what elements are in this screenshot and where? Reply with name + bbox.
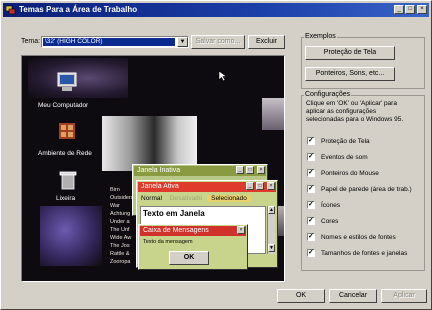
list-item: Under a [110, 219, 130, 225]
window-text: Texto em Janela [143, 209, 205, 218]
wallpaper-checkbox-label: Papel de parede (área de trab.) [321, 186, 412, 193]
title-bar: Temas Para a Área de Trabalho _ □ × [3, 3, 429, 17]
font-sizes-checkbox-label: Tamanhos de fontes e janelas [321, 250, 408, 257]
theme-select[interactable]: \32' (HIGH COLOR) ▼ [41, 36, 189, 48]
computer-icon[interactable] [56, 72, 78, 92]
theme-select-value: \32' (HIGH COLOR) [43, 38, 175, 46]
scroll-up-icon: ▲ [268, 206, 275, 214]
colors-checkbox[interactable] [307, 216, 315, 225]
colors-checkbox-label: Cores [321, 218, 339, 225]
close-icon: × [237, 226, 245, 234]
font-sizes-checkbox[interactable] [307, 248, 315, 257]
close-icon: × [257, 166, 265, 174]
cancel-button[interactable]: Cancelar [329, 289, 377, 303]
preview-list: Birn Outsiders War Achtung Under a The U… [110, 186, 134, 266]
themes-app-icon [6, 5, 16, 15]
message-box-titlebar: Caixa de Mensagens [140, 226, 246, 236]
chevron-down-icon[interactable]: ▼ [177, 37, 188, 47]
wallpaper-photo-right [262, 98, 284, 130]
minimize-icon: _ [246, 182, 254, 190]
close-icon: × [267, 182, 275, 190]
list-item: Rattle & [110, 251, 130, 257]
active-window-title: Janela Ativa [141, 183, 179, 190]
theme-label: Tema: [21, 38, 41, 45]
menu-normal: Normal [141, 195, 162, 202]
mouse-pointer-icon [218, 70, 228, 82]
menu-selected: Selecionado [207, 195, 251, 202]
maximize-icon: □ [246, 166, 254, 174]
delete-button[interactable]: Excluir [248, 35, 285, 49]
list-item: Outsiders [110, 195, 134, 201]
settings-description-line: aplicar as configurações [306, 108, 377, 115]
wallpaper-clouds [28, 58, 128, 98]
wallpaper-band-photo [102, 116, 197, 171]
icons-checkbox[interactable] [307, 200, 315, 209]
inactive-window-title: Janela Inativa [137, 167, 181, 174]
trash-icon-label: Lixeira [56, 195, 76, 202]
font-names-checkbox[interactable] [307, 232, 315, 241]
sound-events-checkbox-label: Eventos de som [321, 154, 368, 161]
maximize-icon: □ [256, 182, 264, 190]
examples-group-label: Exemplos [304, 32, 337, 41]
settings-description-line: selecionadas para o Windows 95. [306, 116, 404, 123]
settings-group-label: Configurações [304, 90, 352, 99]
font-names-checkbox-label: Nomes e estilos de fontes [321, 234, 396, 241]
window-title: Temas Para a Área de Trabalho [19, 5, 138, 14]
maximize-button[interactable]: □ [405, 5, 415, 14]
list-item: The Jos [110, 243, 130, 249]
list-item: Zooropa [110, 259, 131, 265]
list-item: The Unf [110, 227, 130, 233]
wallpaper-checkbox[interactable] [307, 184, 315, 193]
screensaver-checkbox-label: Proteção de Tela [321, 138, 370, 145]
message-box-text: Texto da mensagem [143, 239, 193, 245]
message-box-title: Caixa de Mensagens [143, 227, 209, 234]
minimize-icon: _ [236, 166, 244, 174]
trash-icon[interactable] [59, 170, 77, 190]
icons-checkbox-label: Ícones [321, 202, 341, 209]
theme-preview: Meu Computador Ambiente de Rede Lixeira … [21, 55, 285, 282]
settings-description: Clique em 'OK' ou 'Aplicar' para aplicar… [306, 100, 403, 124]
computer-icon-label: Meu Computador [38, 102, 89, 109]
apply-button[interactable]: Aplicar [381, 289, 427, 303]
network-icon-label: Ambiente de Rede [38, 150, 92, 157]
network-icon[interactable] [58, 122, 76, 140]
list-item: Birn [110, 187, 120, 193]
save-as-button[interactable]: Salvar como... [191, 35, 245, 49]
themes-dialog: Temas Para a Área de Trabalho _ □ × Tema… [0, 0, 432, 310]
mouse-pointers-checkbox-label: Ponteiros do Mouse [321, 170, 379, 177]
close-icon[interactable]: × [417, 5, 427, 14]
settings-description-line: Clique em 'OK' ou 'Aplicar' para [306, 100, 397, 107]
wallpaper-purple [40, 206, 102, 266]
list-item: War [110, 203, 120, 209]
screensaver-checkbox[interactable] [307, 136, 315, 145]
menu-disabled: Desativado [169, 195, 203, 202]
list-item: Achtung [110, 211, 131, 217]
pointers-sounds-button[interactable]: Ponteiros, Sons, etc... [305, 67, 395, 81]
preview-scrollbar: ▲ ▼ [267, 206, 275, 254]
ok-button[interactable]: OK [277, 289, 325, 303]
examples-group [301, 37, 425, 89]
message-box-ok-button: OK [169, 251, 209, 265]
list-item: Wide Aw [110, 235, 132, 241]
screensaver-button[interactable]: Proteção de Tela [305, 46, 395, 60]
minimize-button[interactable]: _ [394, 5, 404, 14]
scroll-down-icon: ▼ [268, 244, 275, 252]
message-box-preview: Caixa de Mensagens × Texto da mensagem O… [138, 224, 248, 270]
sound-events-checkbox[interactable] [307, 152, 315, 161]
active-window-menu: Normal Desativado Selecionado [138, 193, 276, 204]
mouse-pointers-checkbox[interactable] [307, 168, 315, 177]
